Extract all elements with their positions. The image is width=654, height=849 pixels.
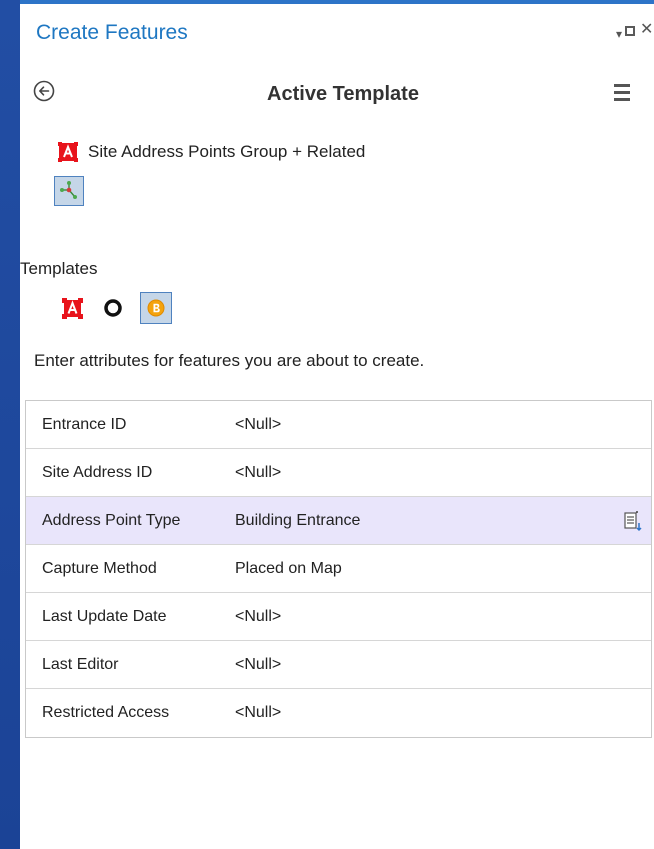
attribute-value[interactable]: <Null>	[235, 464, 281, 482]
black-circle-point-icon	[104, 299, 122, 317]
desktop-background	[0, 0, 20, 849]
attribute-name: Site Address ID	[42, 463, 153, 481]
attribute-name: Capture Method	[42, 559, 157, 577]
group-construct-tool-button[interactable]	[54, 176, 84, 206]
pane-options-chevron-icon[interactable]: ▾	[616, 26, 622, 42]
attribute-row-restricted-access[interactable]: Restricted Access <Null>	[26, 689, 651, 737]
attribute-name: Last Update Date	[42, 607, 167, 625]
active-template-heading: Active Template	[267, 83, 419, 105]
attribute-row-last-update-date[interactable]: Last Update Date <Null>	[26, 593, 651, 641]
attribute-list-dropdown-icon[interactable]	[624, 510, 642, 532]
create-features-pane: Create Features ▾ ✕ Active Template Site…	[20, 0, 654, 849]
orange-building-entrance-icon	[147, 299, 165, 317]
attribute-row-site-address-id[interactable]: Site Address ID <Null>	[26, 449, 651, 497]
template-building-entrance[interactable]	[140, 292, 172, 324]
attribute-row-capture-method[interactable]: Capture Method Placed on Map	[26, 545, 651, 593]
active-template-layer: Site Address Points Group + Related	[57, 141, 365, 163]
template-circle-point[interactable]	[98, 292, 130, 324]
attribute-row-entrance-id[interactable]: Entrance ID <Null>	[26, 401, 651, 449]
group-construct-icon	[60, 181, 77, 199]
attribute-value[interactable]: <Null>	[235, 608, 281, 626]
templates-label: Templates	[20, 259, 98, 278]
attribute-name: Entrance ID	[42, 415, 127, 433]
attribute-row-last-editor[interactable]: Last Editor <Null>	[26, 641, 651, 689]
attribute-value[interactable]: <Null>	[235, 416, 281, 434]
pane-title: Create Features	[36, 21, 188, 44]
instructions-text: Enter attributes for features you are ab…	[34, 351, 425, 370]
active-template-name: Site Address Points Group + Related	[88, 142, 366, 161]
template-address-point[interactable]	[56, 292, 88, 324]
hamburger-menu-icon[interactable]	[614, 84, 634, 102]
maximize-icon[interactable]	[625, 24, 635, 36]
attribute-name: Address Point Type	[42, 511, 181, 529]
attribute-name: Last Editor	[42, 655, 119, 673]
attribute-name: Restricted Access	[42, 704, 170, 721]
attribute-row-address-point-type[interactable]: Address Point Type Building Entrance	[26, 497, 651, 545]
close-icon[interactable]: ✕	[640, 22, 653, 38]
red-address-point-icon	[58, 142, 78, 162]
attribute-table: Entrance ID <Null> Site Address ID <Null…	[25, 400, 652, 738]
attribute-value[interactable]: <Null>	[235, 656, 281, 674]
red-address-point-icon	[62, 298, 83, 319]
attribute-value[interactable]: Building Entrance	[235, 512, 360, 530]
pane-controls: ▾ ✕	[564, 18, 654, 48]
attribute-value[interactable]: <Null>	[235, 704, 281, 722]
attribute-value[interactable]: Placed on Map	[235, 560, 342, 578]
